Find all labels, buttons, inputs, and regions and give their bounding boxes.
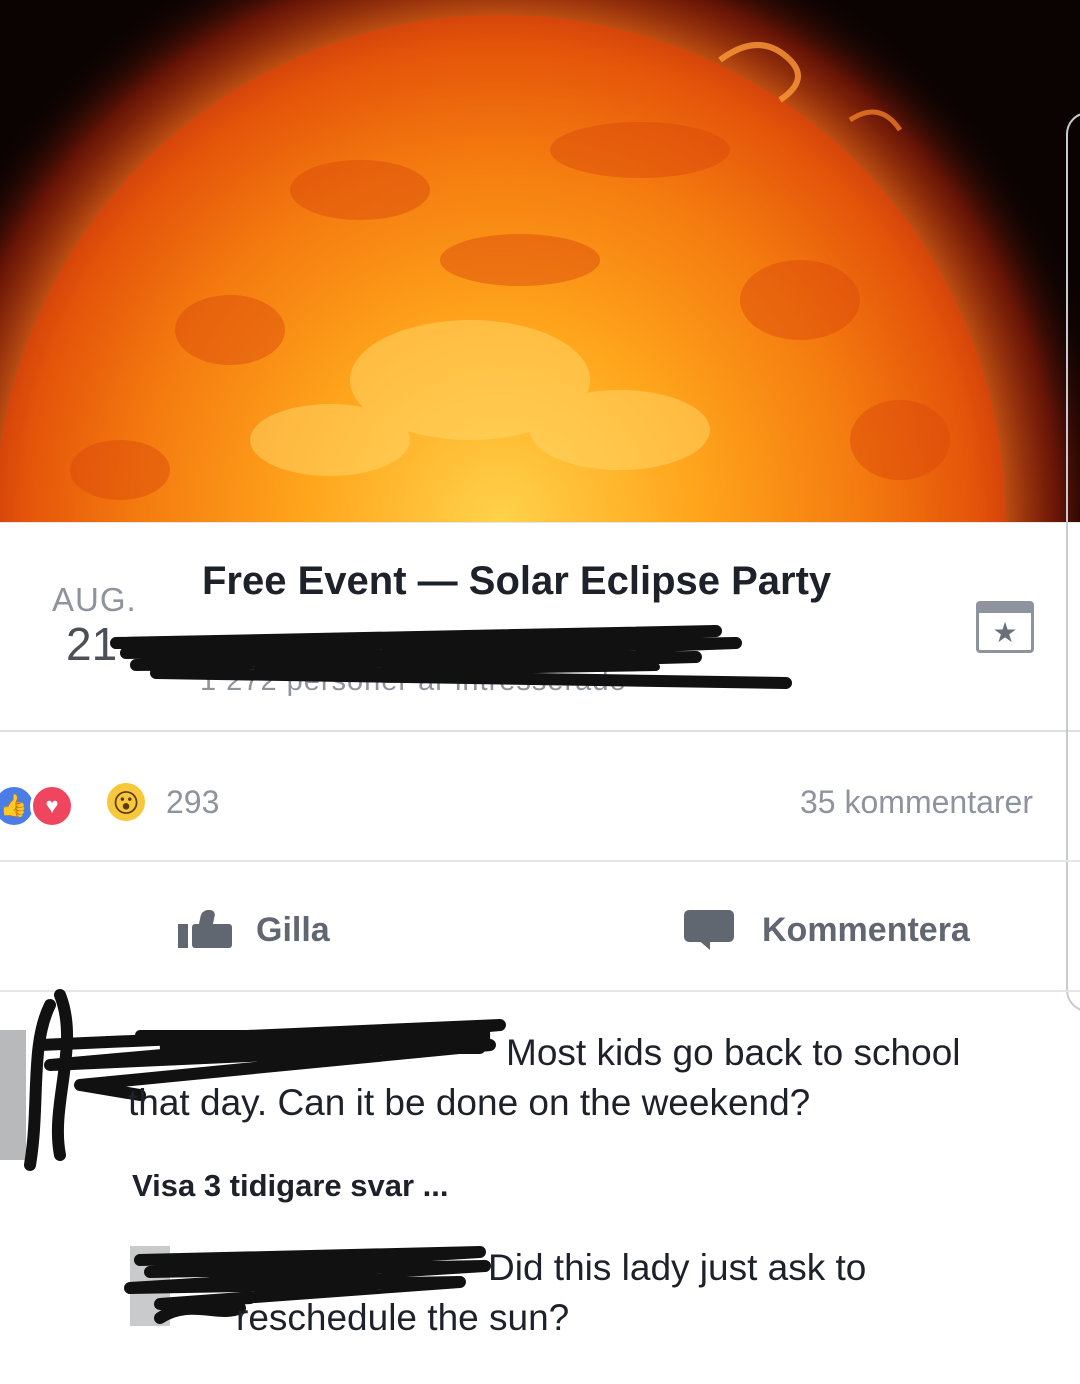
avatar[interactable]	[130, 1246, 170, 1326]
comments-count[interactable]: 35 kommentarer	[800, 784, 1033, 821]
reply-text: reschedule the sun?	[236, 1297, 570, 1338]
action-bar: Gilla Kommentera	[0, 864, 1080, 992]
event-card[interactable]: AUG. 21 Free Event — Solar Eclipse Party…	[0, 522, 1080, 732]
sun-image	[0, 0, 1080, 522]
reaction-count[interactable]: 293	[166, 784, 219, 821]
view-previous-replies-link[interactable]: Visa 3 tidigare svar ...	[132, 1168, 449, 1204]
comment-text: Most kids go back to school	[506, 1032, 961, 1073]
comment-button[interactable]: Kommentera	[684, 908, 970, 952]
like-button[interactable]: Gilla	[178, 908, 330, 952]
thumbs-up-icon	[178, 910, 234, 950]
wow-reaction-icon: 😮	[104, 780, 148, 824]
comment-bubble-icon	[684, 910, 734, 950]
comment-text: that day. Can it be done on the weekend?	[128, 1082, 811, 1123]
reactions-summary[interactable]: 👍 ♥ 😮 293 35 kommentarer	[0, 734, 1080, 862]
interested-count: 1 272 personer är intresserade	[200, 665, 627, 697]
avatar[interactable]	[0, 1030, 26, 1160]
like-label: Gilla	[256, 910, 330, 949]
love-reaction-icon: ♥	[30, 784, 74, 828]
event-day: 21	[66, 618, 118, 670]
comment-label: Kommentera	[762, 910, 970, 949]
event-cover-photo[interactable]	[0, 0, 1080, 522]
event-month: AUG.	[52, 581, 137, 618]
calendar-star-icon: ★	[992, 617, 1018, 648]
event-title[interactable]: Free Event — Solar Eclipse Party	[202, 559, 831, 604]
add-to-calendar-button[interactable]: ★	[976, 601, 1034, 653]
reply-text: Did this lady just ask to	[488, 1247, 867, 1288]
